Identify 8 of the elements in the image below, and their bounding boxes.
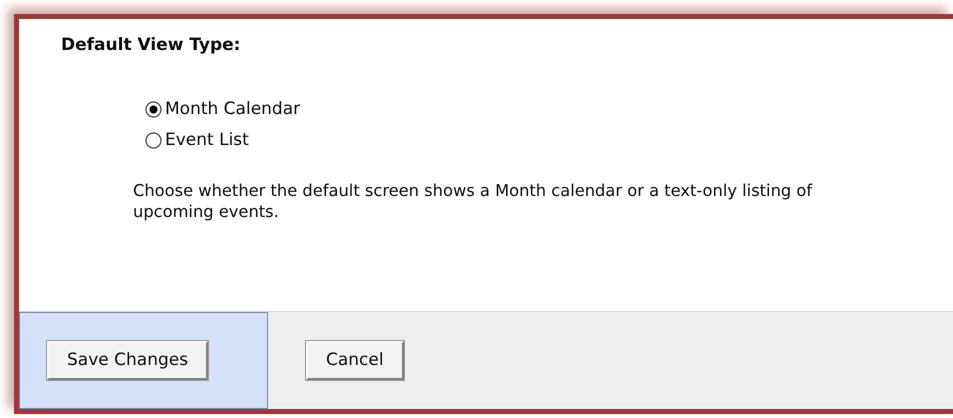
save-button[interactable]: Save Changes [47, 340, 208, 380]
cancel-button[interactable]: Cancel [306, 340, 404, 380]
option-label[interactable]: Event List [165, 128, 249, 154]
radio-button[interactable] [145, 132, 162, 150]
option-label[interactable]: Month Calendar [165, 96, 300, 122]
section-heading: Default View Type: [61, 34, 240, 57]
radio-button[interactable] [145, 100, 162, 118]
description-text: Choose whether the default screen shows a Month calendar or a text-only listing of upcoming events. [133, 180, 814, 222]
